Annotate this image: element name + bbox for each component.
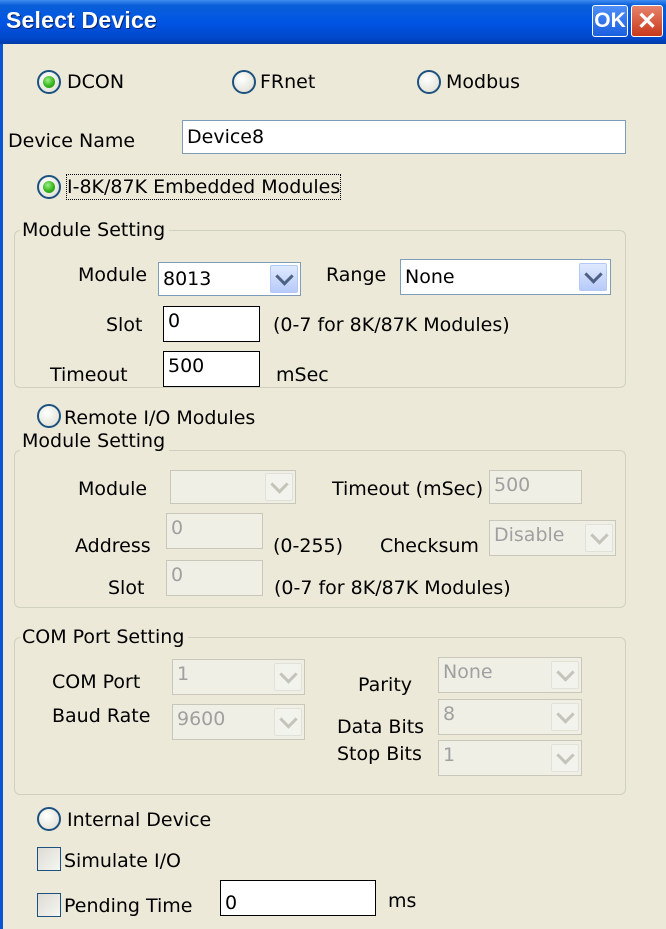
range-select[interactable]: None: [400, 259, 611, 295]
frnet-radio[interactable]: [232, 70, 256, 94]
device-name-input[interactable]: Device8: [182, 120, 626, 154]
modbus-radio[interactable]: [417, 70, 441, 94]
close-button[interactable]: ✕: [631, 5, 663, 37]
baud-rate-label: Baud Rate: [52, 705, 151, 727]
embedded-timeout-unit: mSec: [276, 364, 329, 386]
embedded-modules-label: I-8K/87K Embedded Modules: [65, 174, 342, 200]
embedded-module-setting-title: Module Setting: [20, 218, 170, 242]
baud-rate-value: 9600: [177, 708, 226, 730]
dcon-label: DCON: [67, 71, 125, 93]
checksum-value: Disable: [494, 524, 565, 546]
com-port-label: COM Port: [52, 671, 141, 693]
remote-slot-hint: (0-7 for 8K/87K Modules): [274, 577, 511, 599]
chevron-down-icon: [274, 266, 294, 286]
chevron-down-icon: [583, 264, 603, 284]
com-port-dropdown-button[interactable]: [274, 663, 302, 691]
parity-label: Parity: [358, 674, 413, 696]
pending-time-input[interactable]: 0: [220, 880, 376, 916]
com-port-value: 1: [177, 663, 190, 685]
dcon-radio[interactable]: [37, 70, 61, 94]
simulate-io-checkbox[interactable]: [37, 847, 61, 871]
remote-timeout-label: Timeout (mSec): [332, 478, 484, 500]
embedded-module-dropdown-button[interactable]: [270, 265, 298, 293]
com-port-select[interactable]: 1: [172, 659, 305, 695]
data-bits-dropdown-button[interactable]: [551, 703, 579, 731]
pending-time-unit: ms: [388, 890, 417, 912]
chevron-down-icon: [269, 474, 289, 494]
embedded-module-label: Module: [78, 264, 148, 286]
stop-bits-label: Stop Bits: [337, 743, 422, 765]
embedded-slot-hint: (0-7 for 8K/87K Modules): [273, 314, 510, 336]
pending-time-checkbox[interactable]: [37, 893, 61, 917]
remote-io-radio[interactable]: [37, 404, 61, 428]
baud-rate-select[interactable]: 9600: [172, 704, 305, 740]
close-icon: ✕: [636, 7, 658, 35]
embedded-timeout-input[interactable]: 500: [163, 351, 260, 387]
frnet-label: FRnet: [260, 71, 316, 93]
chevron-down-icon: [555, 745, 575, 765]
embedded-slot-label: Slot: [106, 314, 143, 336]
remote-module-select[interactable]: [170, 470, 296, 504]
baud-rate-dropdown-button[interactable]: [274, 708, 302, 736]
chevron-down-icon: [278, 709, 298, 729]
parity-dropdown-button[interactable]: [551, 661, 579, 689]
embedded-timeout-label: Timeout: [50, 364, 128, 386]
stop-bits-value: 1: [443, 744, 456, 766]
com-port-setting-title: COM Port Setting: [20, 625, 189, 649]
data-bits-select[interactable]: 8: [438, 699, 582, 735]
remote-module-setting-title: Module Setting: [20, 429, 170, 453]
embedded-slot-input[interactable]: 0: [163, 306, 260, 342]
range-value: None: [405, 266, 455, 288]
title-bar: Select Device OK ✕: [0, 0, 666, 44]
chevron-down-icon: [555, 662, 575, 682]
device-name-label: Device Name: [8, 130, 136, 152]
ok-button[interactable]: OK: [592, 5, 628, 37]
internal-device-label: Internal Device: [67, 809, 212, 831]
embedded-modules-radio[interactable]: [37, 175, 61, 199]
address-hint: (0-255): [273, 535, 344, 557]
checksum-select[interactable]: Disable: [489, 520, 616, 556]
remote-slot-input[interactable]: 0: [166, 560, 263, 596]
embedded-module-select[interactable]: 8013: [158, 262, 301, 296]
range-label: Range: [326, 264, 387, 286]
checksum-label: Checksum: [380, 535, 479, 557]
remote-io-label: Remote I/O Modules: [64, 407, 256, 429]
data-bits-value: 8: [443, 703, 456, 725]
remote-timeout-input[interactable]: 500: [489, 470, 582, 504]
window-frame: [0, 44, 3, 929]
window-title: Select Device: [6, 7, 157, 33]
internal-device-radio[interactable]: [37, 807, 61, 831]
chevron-down-icon: [555, 704, 575, 724]
stop-bits-select[interactable]: 1: [438, 740, 582, 776]
chevron-down-icon: [589, 525, 609, 545]
remote-slot-label: Slot: [108, 577, 145, 599]
parity-select[interactable]: None: [438, 657, 582, 693]
address-input[interactable]: 0: [166, 513, 263, 549]
remote-module-label: Module: [78, 478, 148, 500]
checksum-dropdown-button[interactable]: [585, 524, 613, 552]
simulate-io-label: Simulate I/O: [64, 850, 181, 872]
parity-value: None: [443, 661, 493, 683]
data-bits-label: Data Bits: [337, 716, 425, 738]
range-dropdown-button[interactable]: [579, 263, 607, 291]
address-label: Address: [75, 535, 151, 557]
pending-time-label: Pending Time: [64, 895, 193, 917]
modbus-label: Modbus: [446, 71, 521, 93]
stop-bits-dropdown-button[interactable]: [551, 744, 579, 772]
embedded-module-value: 8013: [163, 268, 212, 290]
remote-module-dropdown-button[interactable]: [265, 473, 293, 501]
chevron-down-icon: [278, 664, 298, 684]
